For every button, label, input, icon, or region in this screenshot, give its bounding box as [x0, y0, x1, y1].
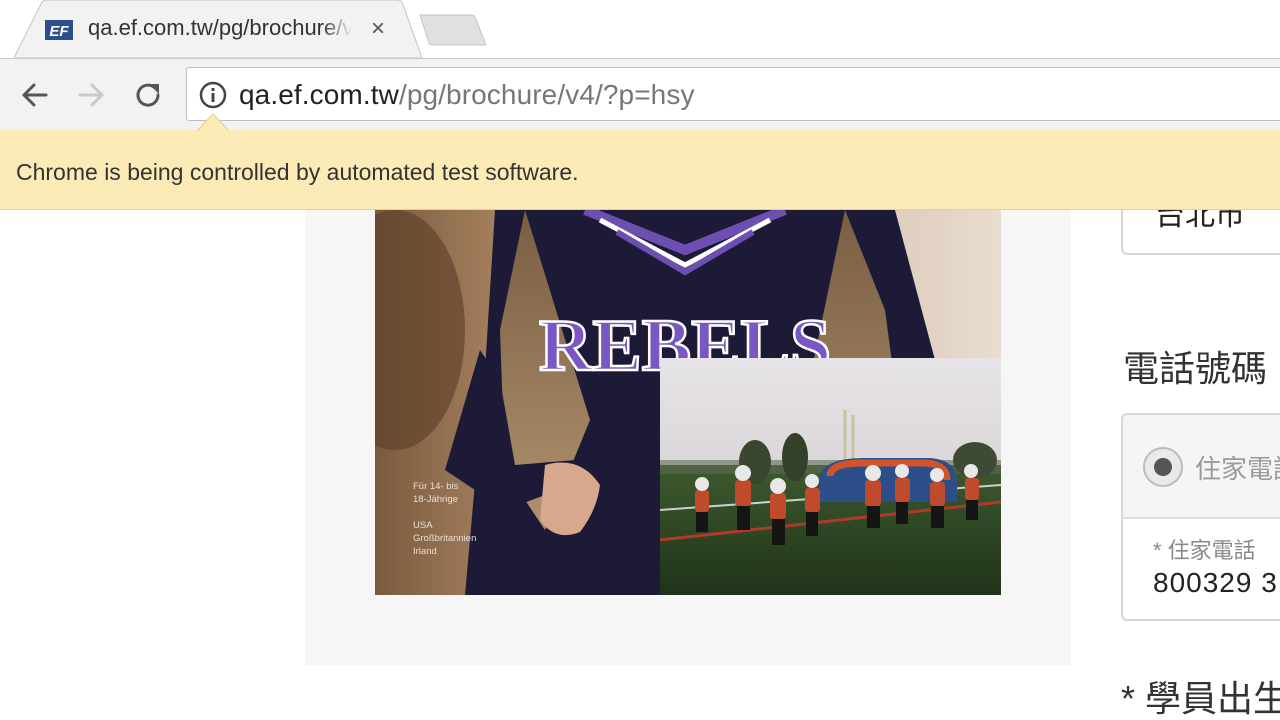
infobar-message: Chrome is being controlled by automated … [16, 159, 579, 185]
url-text[interactable]: qa.ef.com.tw/pg/brochure/v4/?p=hsy [239, 79, 695, 111]
reload-icon [136, 83, 160, 107]
phone-section-label: 電話號碼 [1123, 348, 1268, 389]
brochure-cover-image: REBELS Für 14- bis 18-Jährige USA Großbr… [375, 210, 1001, 595]
reload-button[interactable] [128, 75, 168, 115]
brochure-panel: REBELS Für 14- bis 18-Jährige USA Großbr… [305, 210, 1071, 665]
caption-line: Großbritannien [413, 533, 477, 544]
caption-line [413, 506, 476, 519]
home-phone-radio[interactable] [1143, 447, 1183, 487]
tab-close-button[interactable]: × [366, 17, 390, 41]
browser-toolbar: qa.ef.com.tw/pg/brochure/v4/?p=hsy [0, 58, 1280, 130]
caption-line: USA [413, 520, 433, 531]
back-button[interactable] [15, 75, 55, 115]
home-phone-field-label: * 住家電話 [1153, 538, 1256, 563]
caption-line: Irland [413, 546, 437, 557]
signup-form: 台北市 電話號碼 住家電話 * 住家電話 800329 3 * 學員出生 [1121, 210, 1280, 720]
browser-tab-active[interactable]: EF qa.ef.com.tw/pg/brochure/v4/?p=hsy × [14, 0, 422, 58]
caption-line: 18-Jährige [413, 494, 458, 505]
phone-field-group: 住家電話 * 住家電話 800329 3 [1121, 413, 1280, 621]
new-tab-button[interactable] [416, 14, 488, 46]
infobar-pointer [196, 113, 230, 132]
page-content: REBELS Für 14- bis 18-Jährige USA Großbr… [0, 210, 1280, 720]
dob-section-label: * 學員出生 [1121, 678, 1280, 719]
brochure-caption: Für 14- bis 18-Jährige USA Großbritannie… [413, 480, 476, 558]
tab-strip: EF qa.ef.com.tw/pg/brochure/v4/?p=hsy × [0, 0, 1280, 58]
ef-logo-icon: EF [45, 20, 73, 40]
automation-infobar: Chrome is being controlled by automated … [0, 130, 1280, 210]
url-host: qa.ef.com.tw [239, 79, 399, 110]
info-icon[interactable] [199, 81, 227, 109]
caption-line: Für 14- bis [413, 481, 459, 492]
home-phone-radio-label[interactable]: 住家電話 [1195, 449, 1280, 486]
forward-arrow-icon [78, 83, 104, 107]
url-path: /pg/brochure/v4/?p=hsy [398, 79, 695, 110]
city-select[interactable]: 台北市 [1121, 210, 1280, 255]
tab-title: qa.ef.com.tw/pg/brochure/v4/?p=hsy [88, 15, 352, 41]
forward-button[interactable] [71, 75, 111, 115]
home-phone-input[interactable]: 800329 3 [1153, 567, 1278, 599]
address-bar[interactable]: qa.ef.com.tw/pg/brochure/v4/?p=hsy [186, 67, 1280, 121]
svg-text:EF: EF [49, 23, 69, 40]
back-arrow-icon [22, 83, 48, 107]
phone-type-option[interactable]: 住家電話 [1123, 415, 1280, 519]
city-value: 台北市 [1155, 210, 1245, 232]
